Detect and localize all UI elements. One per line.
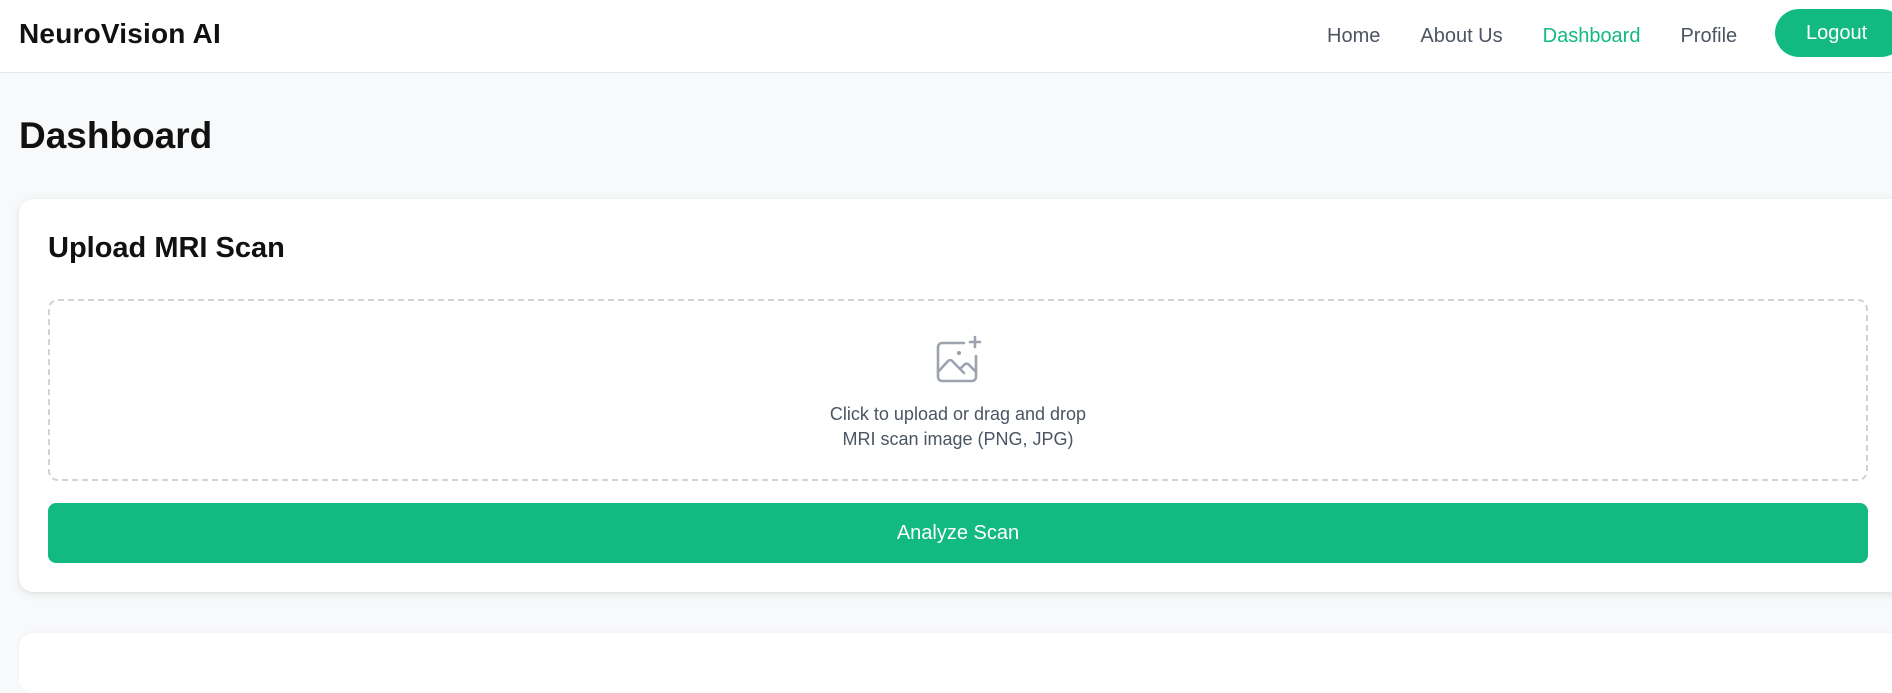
image-plus-icon (936, 335, 982, 383)
nav-dashboard-link[interactable]: Dashboard (1543, 25, 1641, 48)
upload-card: Upload MRI Scan Click to upload or drag … (19, 199, 1892, 592)
nav-about-link[interactable]: About Us (1420, 25, 1502, 48)
nav-home-link[interactable]: Home (1327, 25, 1380, 48)
upload-card-title: Upload MRI Scan (48, 232, 285, 264)
nav-profile-link[interactable]: Profile (1680, 25, 1737, 48)
analyze-scan-button[interactable]: Analyze Scan (48, 503, 1868, 563)
results-card (19, 633, 1892, 693)
brand-logo[interactable]: NeuroVision AI (19, 18, 221, 50)
nav-links: Home About Us Dashboard Profile (1327, 0, 1777, 73)
upload-dropzone[interactable]: Click to upload or drag and drop MRI sca… (48, 299, 1868, 481)
upload-prompt-text: Click to upload or drag and drop (829, 404, 1087, 424)
upload-hint-text: MRI scan image (PNG, JPG) (842, 429, 1074, 449)
page-title: Dashboard (19, 115, 213, 156)
logout-button[interactable]: Logout (1775, 9, 1892, 57)
navbar: NeuroVision AI Home About Us Dashboard P… (0, 0, 1892, 73)
